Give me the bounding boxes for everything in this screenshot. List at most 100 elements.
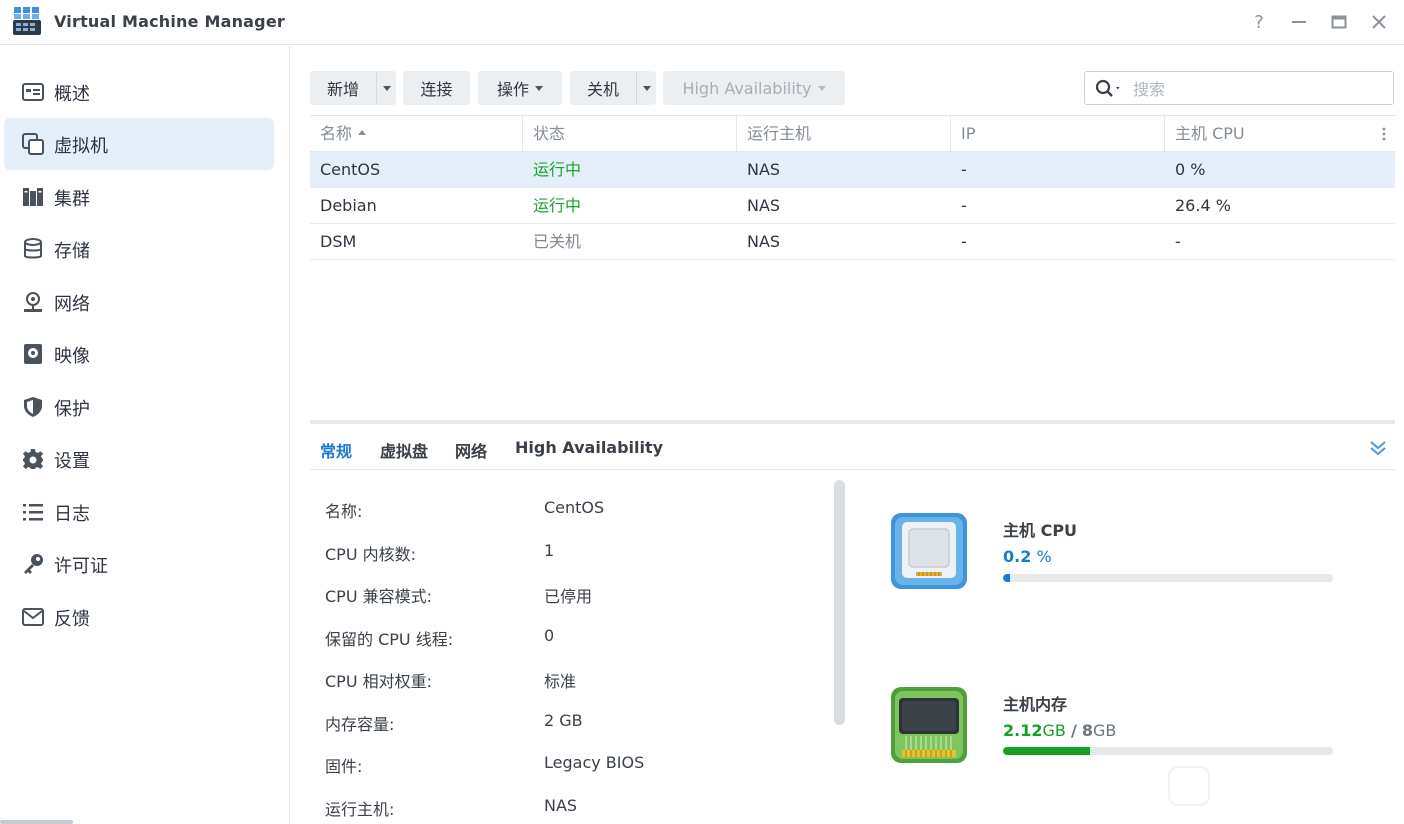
sidebar-item-settings[interactable]: 设置 — [4, 433, 274, 485]
sidebar-scrollbar[interactable] — [0, 820, 73, 824]
sidebar-item-virtual-machine[interactable]: 虚拟机 — [4, 118, 274, 170]
detail-label: CPU 兼容模式: — [325, 587, 433, 606]
network-icon — [24, 292, 42, 312]
detail-label: 固件: — [325, 757, 363, 776]
sidebar-item-license[interactable]: 许可证 — [4, 538, 274, 590]
column-header-host-cpu[interactable]: 主机 CPU — [1165, 116, 1395, 152]
help-button[interactable]: ? — [1247, 10, 1271, 34]
tab-network[interactable]: 网络 — [455, 438, 487, 462]
table-row[interactable]: Debian 运行中 NAS - 26.4 % — [310, 188, 1395, 224]
sidebar: 概述 虚拟机 集群 存储 网络 映像 保护 设置 日志 许可证 反馈 — [0, 46, 290, 824]
collapse-panel-icon[interactable] — [1369, 438, 1387, 458]
sidebar-item-storage[interactable]: 存储 — [4, 223, 274, 275]
sidebar-item-protection[interactable]: 保护 — [4, 381, 274, 433]
host-memory-separator: / — [1070, 721, 1077, 740]
action-button-label: 操作 — [496, 80, 529, 99]
sidebar-item-label: 反馈 — [54, 609, 90, 630]
close-icon — [1372, 15, 1386, 29]
column-header-label: 名称 — [320, 124, 353, 143]
table-row[interactable]: DSM 已关机 NAS - - — [310, 224, 1395, 260]
column-header-label: IP — [961, 124, 976, 143]
vm-cpu-cell: 0 % — [1175, 160, 1206, 179]
column-header-status[interactable]: 状态 — [523, 116, 737, 152]
detail-label: 运行主机: — [325, 800, 395, 819]
detail-value: 0 — [544, 626, 555, 645]
host-memory-value: 2.12GB / 8GB — [1003, 721, 1116, 740]
detail-label: CPU 相对权重: — [325, 672, 433, 691]
sidebar-item-label: 映像 — [54, 346, 90, 367]
ha-button-label: High Availability — [682, 78, 812, 98]
search-icon[interactable] — [1095, 79, 1125, 99]
detail-value: NAS — [544, 796, 578, 815]
detail-label: 内存容量: — [325, 715, 395, 734]
column-menu-icon[interactable] — [1377, 126, 1391, 142]
vm-status-cell: 运行中 — [533, 160, 582, 179]
high-availability-menu-button[interactable]: High Availability — [663, 71, 845, 105]
detail-value: 标准 — [544, 672, 577, 691]
sidebar-item-log[interactable]: 日志 — [4, 486, 274, 538]
sidebar-item-image[interactable]: 映像 — [4, 328, 274, 380]
host-cpu-unit: % — [1036, 547, 1052, 566]
sidebar-item-overview[interactable]: 概述 — [4, 66, 274, 118]
add-button[interactable]: 新增 — [310, 71, 376, 105]
app-logo-icon — [13, 7, 41, 35]
vm-ip-cell: - — [961, 196, 967, 215]
vm-name-cell: Debian — [320, 196, 377, 215]
host-cpu-title: 主机 CPU — [1003, 521, 1078, 540]
tab-general[interactable]: 常规 — [320, 438, 352, 462]
maximize-button[interactable] — [1327, 10, 1351, 34]
vm-host-cell: NAS — [747, 232, 781, 251]
vm-cpu-cell: 26.4 % — [1175, 196, 1231, 215]
memory-icon — [891, 687, 967, 763]
storage-icon — [24, 238, 42, 259]
detail-label: CPU 内核数: — [325, 545, 417, 564]
column-header-ip[interactable]: IP — [951, 116, 1165, 152]
list-icon — [23, 504, 43, 521]
table-header: 名称 状态 运行主机 IP 主机 CPU — [310, 115, 1395, 152]
sidebar-item-feedback[interactable]: 反馈 — [4, 591, 274, 643]
detail-value: 已停用 — [544, 587, 593, 606]
shutdown-button[interactable]: 关机 — [570, 71, 636, 105]
close-button[interactable] — [1367, 10, 1391, 34]
detail-label: 名称: — [325, 502, 363, 521]
overview-icon — [22, 83, 44, 101]
sidebar-item-label: 许可证 — [54, 556, 108, 577]
title-bar: Virtual Machine Manager ? — [0, 0, 1404, 45]
host-cpu-progress-bar — [1003, 574, 1333, 582]
key-icon — [24, 554, 43, 574]
sidebar-item-label: 存储 — [54, 241, 90, 262]
chevron-down-icon — [817, 85, 826, 91]
vm-name-cell: DSM — [320, 232, 357, 251]
vm-status-cell: 已关机 — [533, 232, 582, 251]
sidebar-item-label: 网络 — [54, 294, 90, 315]
detail-value: 1 — [544, 541, 555, 560]
chevron-down-icon — [642, 85, 651, 91]
mail-icon — [22, 608, 44, 626]
detail-scrollbar[interactable] — [834, 480, 845, 725]
search-input[interactable] — [1133, 78, 1383, 100]
tab-virtual-disk[interactable]: 虚拟盘 — [380, 438, 428, 462]
shutdown-dropdown-button[interactable] — [636, 71, 656, 105]
tab-high-availability[interactable]: High Availability — [515, 438, 663, 457]
minimize-button[interactable] — [1287, 10, 1311, 34]
vm-cpu-cell: - — [1175, 232, 1181, 251]
detail-tabs: 常规 虚拟盘 网络 High Availability — [310, 424, 1395, 470]
sidebar-item-label: 日志 — [54, 504, 90, 525]
table-row[interactable]: CentOS 运行中 NAS - 0 % — [310, 152, 1395, 188]
sidebar-item-network[interactable]: 网络 — [4, 276, 274, 328]
host-cpu-value: 0.2 % — [1003, 547, 1052, 566]
column-header-host[interactable]: 运行主机 — [737, 116, 951, 152]
action-menu-button[interactable]: 操作 — [478, 71, 562, 105]
host-cpu-percent: 0.2 — [1003, 547, 1032, 566]
add-dropdown-button[interactable] — [376, 71, 396, 105]
host-memory-used-unit: GB — [1042, 721, 1066, 740]
sidebar-item-label: 集群 — [54, 189, 90, 210]
watermark — [1168, 766, 1210, 806]
chevron-down-icon — [535, 85, 543, 91]
sort-ascending-icon — [358, 130, 367, 135]
host-memory-total: 8 — [1081, 721, 1094, 740]
sidebar-item-cluster[interactable]: 集群 — [4, 171, 274, 223]
connect-button[interactable]: 连接 — [403, 71, 470, 105]
column-header-label: 运行主机 — [747, 124, 812, 143]
column-header-name[interactable]: 名称 — [310, 116, 523, 152]
